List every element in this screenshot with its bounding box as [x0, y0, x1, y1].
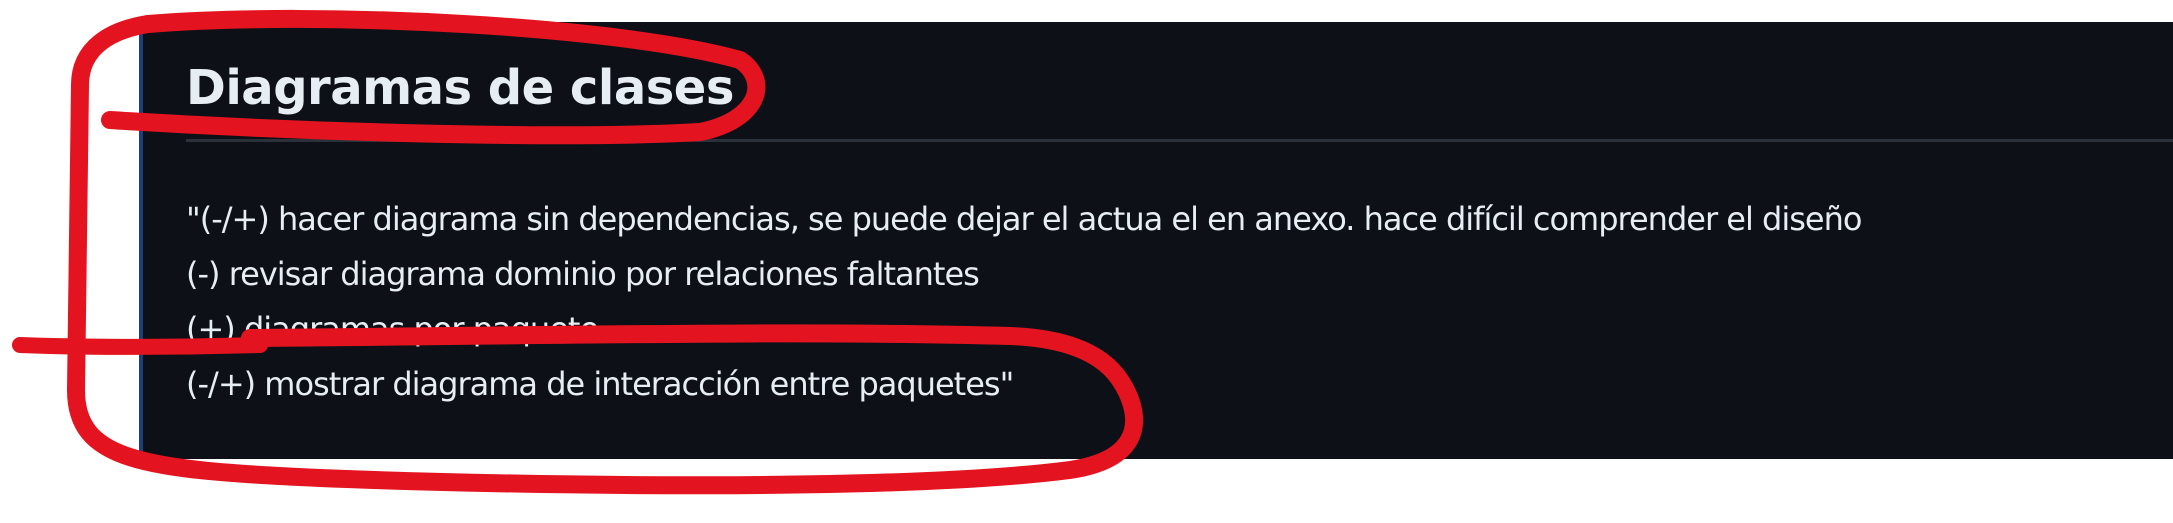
screenshot-stage: Diagramas de clases "(-/+) hacer diagram…	[0, 0, 2173, 523]
section-heading: Diagramas de clases	[186, 60, 734, 116]
comment-body: "(-/+) hacer diagrama sin dependencias, …	[186, 192, 1862, 412]
heading-divider	[186, 139, 2173, 142]
comment-line-3: (+) diagramas por paquete	[186, 310, 599, 348]
comment-line-2: (-) revisar diagrama dominio por relacio…	[186, 255, 980, 293]
comment-panel: Diagramas de clases "(-/+) hacer diagram…	[139, 22, 2173, 459]
comment-line-1: "(-/+) hacer diagrama sin dependencias, …	[186, 200, 1862, 238]
comment-line-4: (-/+) mostrar diagrama de interacción en…	[186, 365, 1014, 403]
